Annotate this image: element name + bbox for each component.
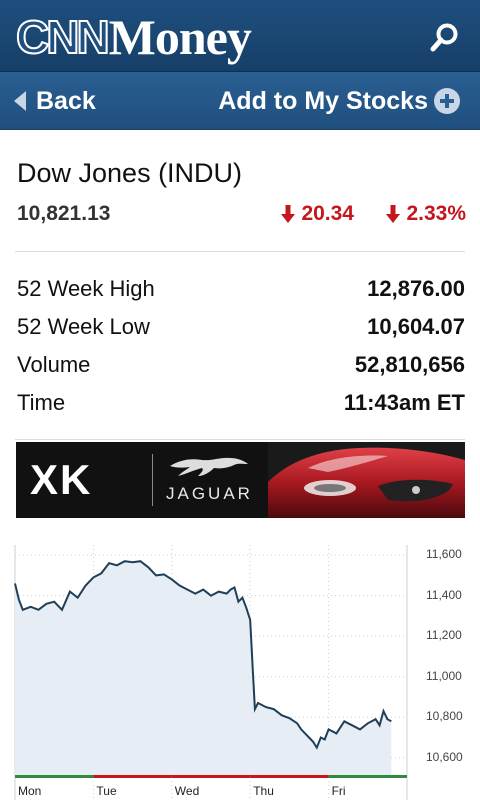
session-bar [15,775,94,778]
stat-value: 12,876.00 [367,276,465,301]
ad-brand-text: JAGUAR [166,484,253,503]
change-points: 20.34 [281,202,354,226]
x-tick-label: Thu [253,784,274,798]
car-image [268,442,465,518]
stat-label: Time [17,390,66,415]
y-tick-label: 11,400 [426,587,462,602]
change-percent-value: 2.33% [406,202,466,225]
x-tick-label: Wed [174,784,200,798]
logo-money-text: Money [108,9,252,65]
down-arrow-icon [281,205,296,223]
stat-value: 10,604.07 [367,314,465,339]
add-to-my-stocks-label: Add to My Stocks [218,86,428,115]
session-bar [250,775,329,778]
stat-label: 52 Week High [17,276,155,301]
stock-title: Dow Jones (INDU) [17,158,243,188]
y-tick-label: 11,200 [426,628,462,643]
back-arrow-icon [14,91,26,111]
stat-row-52-week-low: 52 Week Low 10,604.07 [17,308,465,346]
stat-value: 52,810,656 [354,352,465,377]
nav-bar: Back Add to My Stocks [0,72,480,130]
add-to-my-stocks-button[interactable]: Add to My Stocks [218,84,460,118]
price-chart[interactable]: 10,600 10,800 11,000 11,200 11,400 11,600 Mon… [14,545,480,800]
down-arrow-icon [386,205,401,223]
y-tick-label: 10,600 [426,749,463,764]
change-points-value: 20.34 [301,202,354,225]
back-label: Back [36,86,96,115]
x-tick-label: Mon [18,784,42,798]
session-bar [93,775,172,778]
divider [15,439,465,440]
x-tick-label: Fri [331,784,346,798]
divider [15,251,465,252]
plus-circle-icon [434,88,460,114]
cnn-money-logo[interactable]: CNN Money [15,9,252,65]
chart-plot [14,545,408,800]
search-button[interactable] [428,20,462,54]
app-header: CNN Money [0,0,480,72]
stock-price: 10,821.13 [17,202,111,225]
y-tick-label: 10,800 [426,709,463,724]
stats-table: 52 Week High 12,876.00 52 Week Low 10,60… [17,270,465,422]
y-tick-label: 11,000 [426,668,462,683]
jaguar-ad-banner[interactable]: XK JAGUAR [16,442,465,518]
stat-row-52-week-high: 52 Week High 12,876.00 [17,270,465,308]
change-percent: 2.33% [386,202,466,226]
stat-row-time: Time 11:43am ET [17,384,465,422]
ad-model-text: XK [30,456,93,503]
back-button[interactable]: Back [14,84,96,118]
ad-separator [152,454,153,506]
logo-cnn-text: CNN [15,11,111,63]
stat-row-volume: Volume 52,810,656 [17,346,465,384]
session-bar [171,775,251,778]
session-bar [328,775,407,778]
x-tick-label: Tue [96,784,117,798]
search-icon [430,23,458,52]
y-tick-label: 11,600 [426,547,462,562]
stat-label: Volume [17,352,91,377]
jaguar-leaper-icon [170,457,248,476]
stat-value: 11:43am ET [343,390,465,415]
stat-label: 52 Week Low [17,314,150,339]
